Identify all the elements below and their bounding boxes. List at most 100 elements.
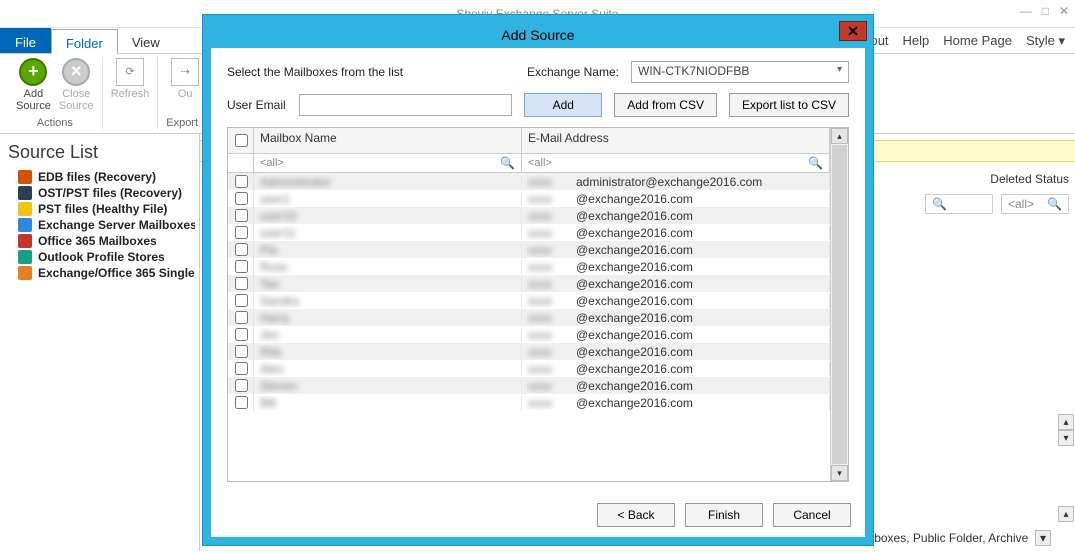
mailbox-row[interactable]: Jimxxxx@exchange2016.com [228, 326, 830, 343]
menu-style[interactable]: Style ▾ [1026, 33, 1065, 49]
mailbox-row[interactable]: Billxxxx@exchange2016.com [228, 394, 830, 411]
folder-icon [18, 218, 32, 232]
mailbox-row[interactable]: Stevenxxxx@exchange2016.com [228, 377, 830, 394]
folder-icon [18, 234, 32, 248]
row-checkbox[interactable] [235, 226, 248, 239]
mailbox-row[interactable]: Alexxxxx@exchange2016.com [228, 360, 830, 377]
menu-view[interactable]: View [118, 28, 174, 53]
source-list-panel: Source List EDB files (Recovery)OST/PST … [0, 134, 200, 551]
mailbox-row[interactable]: Tanxxxx@exchange2016.com [228, 275, 830, 292]
finish-button[interactable]: Finish [685, 503, 763, 527]
row-checkbox[interactable] [235, 396, 248, 409]
mailbox-row[interactable]: user11xxxx@exchange2016.com [228, 224, 830, 241]
row-checkbox[interactable] [235, 260, 248, 273]
exchange-name-dropdown[interactable]: WIN-CTK7NIODFBB [631, 61, 849, 83]
row-checkbox[interactable] [235, 209, 248, 222]
tree-item[interactable]: Exchange/Office 365 Single [4, 265, 195, 281]
mailbox-name: Sandra [260, 294, 299, 308]
tree-item-label: EDB files (Recovery) [38, 170, 156, 184]
dialog-close-button[interactable]: ✕ [839, 21, 867, 41]
scroll-up-icon[interactable]: ▴ [831, 128, 848, 144]
tree-item[interactable]: Outlook Profile Stores [4, 249, 195, 265]
mailbox-row[interactable]: user1xxxx@exchange2016.com [228, 190, 830, 207]
mailbox-row[interactable]: Harryxxxx@exchange2016.com [228, 309, 830, 326]
add-from-csv-button[interactable]: Add from CSV [614, 93, 717, 117]
select-all-checkbox[interactable] [235, 134, 248, 147]
refresh-icon: ⟳ [116, 58, 144, 86]
close-source-button: × Close Source [59, 58, 94, 112]
row-checkbox[interactable] [235, 328, 248, 341]
name-filter[interactable]: <all>🔍 [254, 154, 522, 172]
mailbox-row[interactable]: Ritaxxxx@exchange2016.com [228, 343, 830, 360]
tree-item-label: Office 365 Mailboxes [38, 234, 157, 248]
tree-item[interactable]: Exchange Server Mailboxes [4, 217, 195, 233]
row-checkbox[interactable] [235, 311, 248, 324]
mailbox-row[interactable]: Administratorxxxxadministrator@exchange2… [228, 173, 830, 190]
mailbox-name: Alex [260, 362, 283, 376]
mailbox-name: Jim [260, 328, 279, 342]
scroll-down[interactable]: ▾ [1058, 430, 1074, 446]
mailbox-grid: Mailbox Name E-Mail Address <all>🔍 <all>… [227, 127, 849, 482]
scroll-up-2[interactable]: ▴ [1058, 506, 1074, 522]
row-checkbox[interactable] [235, 243, 248, 256]
tree-item[interactable]: PST files (Healthy File) [4, 201, 195, 217]
menu-home[interactable]: Home Page [943, 33, 1012, 48]
plus-icon: + [19, 58, 47, 86]
tree-item[interactable]: OST/PST files (Recovery) [4, 185, 195, 201]
mailbox-email: administrator@exchange2016.com [576, 175, 762, 189]
mailbox-row[interactable]: user10xxxx@exchange2016.com [228, 207, 830, 224]
row-checkbox[interactable] [235, 345, 248, 358]
email-header[interactable]: E-Mail Address [522, 128, 830, 153]
row-checkbox[interactable] [235, 294, 248, 307]
mailbox-email: @exchange2016.com [576, 192, 693, 206]
deleted-status-header[interactable]: Deleted Status [990, 172, 1069, 186]
row-checkbox[interactable] [235, 175, 248, 188]
refresh-button: ⟳ Refresh [111, 58, 150, 100]
add-button[interactable]: Add [524, 93, 602, 117]
user-email-label: User Email [227, 98, 287, 112]
grid-scrollbar[interactable]: ▴ ▾ [830, 128, 848, 481]
mailbox-name: Harry [260, 311, 289, 325]
minimize-icon[interactable]: — [1020, 4, 1032, 18]
folder-icon [18, 186, 32, 200]
scroll-down-icon[interactable]: ▾ [831, 465, 848, 481]
add-source-button[interactable]: + Add Source [16, 58, 51, 112]
mailbox-name: Tan [260, 277, 279, 291]
instruction-label: Select the Mailboxes from the list [227, 65, 515, 79]
row-checkbox[interactable] [235, 277, 248, 290]
export-csv-button[interactable]: Export list to CSV [729, 93, 849, 117]
exchange-name-label: Exchange Name: [527, 65, 619, 79]
back-button[interactable]: < Back [597, 503, 675, 527]
maximize-icon[interactable]: □ [1042, 4, 1049, 18]
left-filter[interactable]: 🔍 [925, 194, 993, 214]
mailbox-row[interactable]: Russxxxx@exchange2016.com [228, 258, 830, 275]
mailbox-name: Administrator [260, 175, 331, 189]
mailbox-name-header[interactable]: Mailbox Name [254, 128, 522, 153]
out-icon: ⇢ [171, 58, 199, 86]
mailbox-email: @exchange2016.com [576, 209, 693, 223]
menu-help[interactable]: Help [903, 33, 930, 48]
tree-item[interactable]: Office 365 Mailboxes [4, 233, 195, 249]
tree-item[interactable]: EDB files (Recovery) [4, 169, 195, 185]
menu-folder[interactable]: Folder [51, 29, 118, 54]
folder-icon [18, 170, 32, 184]
tree-item-label: Exchange Server Mailboxes [38, 218, 195, 232]
mailbox-email: @exchange2016.com [576, 226, 693, 240]
mailbox-row[interactable]: Sandraxxxx@exchange2016.com [228, 292, 830, 309]
email-filter[interactable]: <all>🔍 [522, 154, 830, 172]
row-checkbox[interactable] [235, 192, 248, 205]
close-icon[interactable]: ✕ [1059, 4, 1069, 18]
row-checkbox[interactable] [235, 379, 248, 392]
mailbox-email: @exchange2016.com [576, 294, 693, 308]
menu-file[interactable]: File [0, 28, 51, 53]
row-checkbox[interactable] [235, 362, 248, 375]
scroll-up[interactable]: ▴ [1058, 414, 1074, 430]
dialog-titlebar: Add Source ✕ [210, 22, 866, 48]
user-email-input[interactable] [299, 94, 512, 116]
cancel-button[interactable]: Cancel [773, 503, 851, 527]
deleted-filter[interactable]: <all>🔍 [1001, 194, 1069, 214]
mailbox-name: Rita [260, 345, 281, 359]
source-list-title: Source List [8, 142, 191, 163]
mailbox-email: @exchange2016.com [576, 362, 693, 376]
mailbox-row[interactable]: Piaxxxx@exchange2016.com [228, 241, 830, 258]
